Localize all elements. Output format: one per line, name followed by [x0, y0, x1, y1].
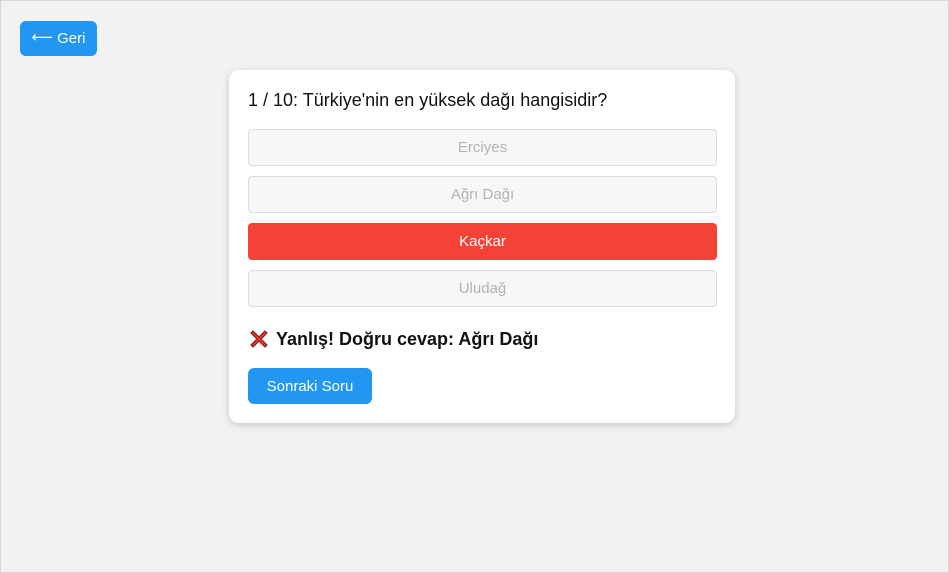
- answer-option-kackar[interactable]: Kaçkar: [248, 223, 717, 260]
- answer-option-uludag[interactable]: Uludağ: [248, 270, 717, 307]
- next-question-button[interactable]: Sonraki Soru: [248, 368, 372, 404]
- question-text: 1 / 10: Türkiye'nin en yüksek dağı hangi…: [248, 90, 608, 110]
- back-button-label: Geri: [57, 30, 86, 47]
- feedback-message: Yanlış! Doğru cevap: Ağrı Dağı: [248, 328, 538, 350]
- answer-option-erciyes[interactable]: Erciyes: [248, 129, 717, 166]
- back-button[interactable]: ⟵ Geri: [20, 21, 97, 56]
- page: ⟵ Geri 1 / 10: Türkiye'nin en yüksek dağ…: [0, 0, 949, 573]
- quiz-card: 1 / 10: Türkiye'nin en yüksek dağı hangi…: [229, 70, 735, 423]
- cross-mark-icon: [250, 330, 268, 348]
- answer-options: Erciyes Ağrı Dağı Kaçkar Uludağ: [248, 129, 717, 317]
- feedback-text: Yanlış! Doğru cevap: Ağrı Dağı: [276, 328, 539, 349]
- answer-option-agri-dagi[interactable]: Ağrı Dağı: [248, 176, 717, 213]
- arrow-left-icon: ⟵: [31, 29, 54, 46]
